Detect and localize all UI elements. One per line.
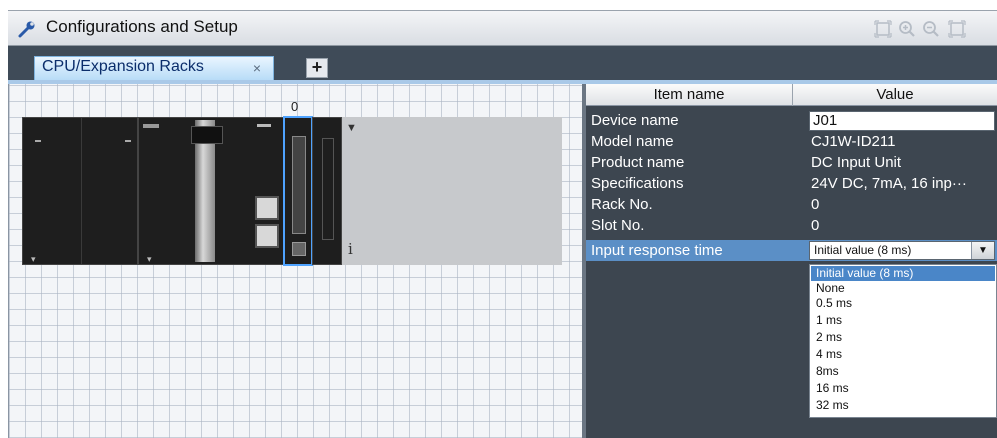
power-supply-unit[interactable]: ▾ <box>22 117 138 265</box>
zoom-in-icon[interactable] <box>898 20 916 38</box>
property-row-rack-no[interactable]: Rack No. 0 <box>586 194 997 215</box>
dropdown-option[interactable]: 8ms <box>811 364 995 379</box>
property-value: CJ1W-ID211 <box>811 133 896 150</box>
dropdown-option[interactable]: 1 ms <box>811 313 995 328</box>
property-name: Specifications <box>591 175 684 192</box>
window-title-bar: Configurations and Setup <box>8 10 997 46</box>
property-name: Rack No. <box>591 196 653 213</box>
dc-input-unit-slot-0[interactable] <box>283 116 313 266</box>
property-value: 0 <box>811 196 820 213</box>
property-row-input-response-time[interactable]: Input response time Initial value (8 ms)… <box>586 240 997 261</box>
property-row-specifications[interactable]: Specifications 24V DC, 7mA, 16 inp··· <box>586 173 997 194</box>
input-response-time-select[interactable]: Initial value (8 ms) ▼ <box>809 241 995 260</box>
property-name: Model name <box>591 133 674 150</box>
zoom-out-icon[interactable] <box>922 20 940 38</box>
property-name: Slot No. <box>591 217 645 234</box>
dropdown-option[interactable]: 32 ms <box>811 398 995 413</box>
actual-size-icon[interactable] <box>948 20 966 38</box>
dropdown-option[interactable]: 0.5 ms <box>811 296 995 311</box>
dropdown-option[interactable]: 4 ms <box>811 347 995 362</box>
expand-rack-icon[interactable]: ▼ <box>346 122 357 134</box>
property-row-model-name[interactable]: Model name CJ1W-ID211 <box>586 131 997 152</box>
add-tab-button[interactable]: + <box>306 58 328 78</box>
slot-number-label: 0 <box>291 99 299 114</box>
dropdown-option[interactable]: None <box>811 281 995 296</box>
select-current-value: Initial value (8 ms) <box>814 243 912 257</box>
dropdown-option[interactable]: Initial value (8 ms) <box>811 266 995 281</box>
property-row-device-name[interactable]: Device name J01 <box>586 110 997 131</box>
fit-view-icon[interactable] <box>874 20 892 38</box>
tab-cpu-expansion-racks[interactable]: CPU/Expansion Racks × <box>34 56 274 80</box>
property-grid-header: Item name Value <box>586 84 997 106</box>
wrench-icon <box>18 21 35 38</box>
dropdown-option[interactable]: 2 ms <box>811 330 995 345</box>
info-icon[interactable]: i <box>348 240 353 258</box>
peripheral-port-icon <box>255 224 279 248</box>
property-value: DC Input Unit <box>811 154 902 171</box>
property-name: Device name <box>591 112 679 129</box>
property-value: 0 <box>811 217 820 234</box>
cpu-unit[interactable]: ▾ <box>138 117 284 265</box>
terminal-connector <box>292 136 306 234</box>
property-row-product-name[interactable]: Product name DC Input Unit <box>586 152 997 173</box>
dropdown-option[interactable]: 16 ms <box>811 381 995 396</box>
chevron-down-icon[interactable]: ▼ <box>971 242 994 259</box>
property-value: 24V DC, 7mA, 16 inp··· <box>811 175 967 192</box>
tab-label: CPU/Expansion Racks <box>42 58 204 75</box>
device-name-input[interactable]: J01 <box>809 111 995 131</box>
tab-strip: CPU/Expansion Racks × + <box>8 46 997 80</box>
property-name: Product name <box>591 154 685 171</box>
tab-close-icon[interactable]: × <box>253 60 261 76</box>
column-header-value[interactable]: Value <box>793 84 997 106</box>
property-name: Input response time <box>591 242 723 259</box>
column-header-item-name[interactable]: Item name <box>586 84 793 106</box>
ground-icon: ▾ <box>31 254 36 264</box>
window-title: Configurations and Setup <box>46 17 238 36</box>
property-row-slot-no[interactable]: Slot No. 0 <box>586 215 997 236</box>
ethernet-port-icon <box>255 196 279 220</box>
input-response-time-dropdown: Initial value (8 ms) None 0.5 ms 1 ms 2 … <box>809 264 997 418</box>
end-cover <box>312 117 342 265</box>
